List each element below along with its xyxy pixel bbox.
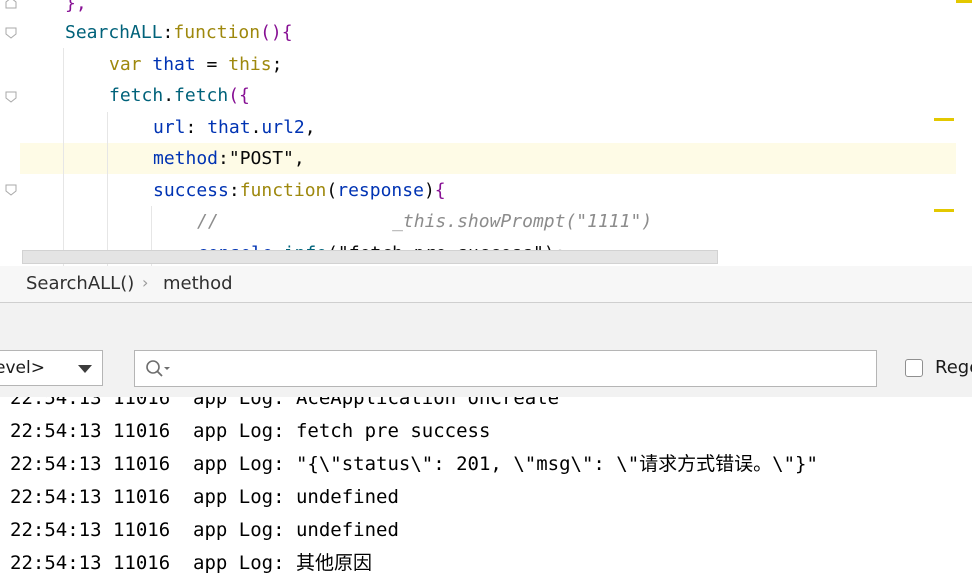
warning-marker[interactable]	[934, 118, 954, 121]
warning-marker[interactable]	[934, 209, 954, 212]
logcat-output[interactable]: 22:54:13 11016 app Log: AceApplication o…	[0, 397, 972, 575]
search-input[interactable]	[179, 355, 863, 383]
fold-start-icon[interactable]	[5, 91, 17, 103]
code-token: response	[337, 180, 424, 201]
code-line: fetch.fetch({	[109, 80, 250, 111]
indent-guide	[107, 112, 108, 266]
code-line: SearchALL:function(){	[65, 17, 293, 48]
warning-marker[interactable]	[956, 0, 972, 3]
code-token: :	[218, 148, 229, 169]
code-token: fetch	[174, 85, 229, 106]
logcat-header	[0, 303, 972, 347]
code-line: method:"POST",	[153, 143, 305, 174]
code-token: that	[152, 54, 196, 75]
fold-start-icon[interactable]	[5, 184, 17, 196]
log-line: 22:54:13 11016 app Log: "{\"status\": 20…	[10, 453, 818, 475]
code-token: ({	[228, 85, 250, 106]
code-editor[interactable]: }, SearchALL:function(){var that = this; f…	[0, 0, 972, 266]
code-token: "POST"	[228, 148, 294, 169]
code-token: fetch	[109, 85, 164, 106]
log-line: 22:54:13 11016 app Log: undefined	[10, 486, 399, 508]
code-token: function	[173, 22, 261, 43]
code-token: url2	[261, 117, 305, 138]
code-token: )	[423, 180, 435, 201]
code-token: .	[163, 85, 175, 106]
code-line: var that = this;	[109, 49, 282, 80]
regex-label: Regex	[935, 357, 972, 378]
code-token: url	[153, 117, 186, 138]
current-line-highlight	[0, 143, 956, 174]
code-token: function	[239, 180, 327, 201]
code-token: // _this.showPrompt("1111")	[197, 211, 653, 232]
code-token: ,	[293, 148, 305, 169]
code-token: that	[207, 117, 251, 138]
indent-guide	[63, 48, 64, 266]
code-token: ,	[304, 117, 316, 138]
code-token: (){	[260, 22, 293, 43]
code-token: var	[109, 54, 153, 75]
code-token: .	[250, 117, 262, 138]
code-token: =	[195, 54, 229, 75]
code-token: },	[65, 0, 87, 14]
code-token: :	[228, 180, 240, 201]
dropdown-arrow-icon	[78, 365, 92, 373]
code-token: :	[162, 22, 174, 43]
code-token: SearchALL	[65, 22, 163, 43]
code-token: this	[228, 54, 272, 75]
breadcrumb-separator-icon: ›	[142, 273, 149, 292]
code-line: success:function(response){	[153, 175, 446, 206]
code-line: // _this.showPrompt("1111")	[197, 206, 652, 237]
log-line: 22:54:13 11016 app Log: fetch pre succes…	[10, 420, 491, 442]
code-token: {	[434, 180, 446, 201]
search-icon[interactable]	[145, 359, 171, 383]
log-level-value: evel>	[0, 358, 45, 378]
code-token: method	[153, 148, 219, 169]
log-line: 22:54:13 11016 app Log: AceApplication o…	[10, 397, 560, 409]
breadcrumb-item-method[interactable]: method	[163, 273, 233, 294]
error-stripe	[956, 0, 972, 266]
code-token: success	[153, 180, 229, 201]
log-line: 22:54:13 11016 app Log: undefined	[10, 519, 399, 541]
logcat-filter-toolbar: evel> Regex	[0, 347, 972, 397]
regex-checkbox[interactable]	[905, 359, 923, 377]
breadcrumb-item-searchall[interactable]: SearchALL()	[26, 273, 134, 294]
code-token: ;	[271, 54, 283, 75]
fold-start-icon[interactable]	[5, 27, 17, 39]
fold-end-icon[interactable]	[5, 0, 17, 9]
log-line: 22:54:13 11016 app Log: 其他原因	[10, 552, 372, 574]
code-line: url: that.url2,	[153, 112, 316, 143]
horizontal-scrollbar[interactable]	[22, 250, 718, 264]
log-search-box[interactable]	[134, 350, 877, 387]
breadcrumb: SearchALL() › method	[0, 266, 972, 303]
log-level-select[interactable]: evel>	[0, 350, 103, 386]
code-token: (	[326, 180, 338, 201]
editor-gutter	[0, 0, 20, 266]
code-token: :	[185, 117, 208, 138]
